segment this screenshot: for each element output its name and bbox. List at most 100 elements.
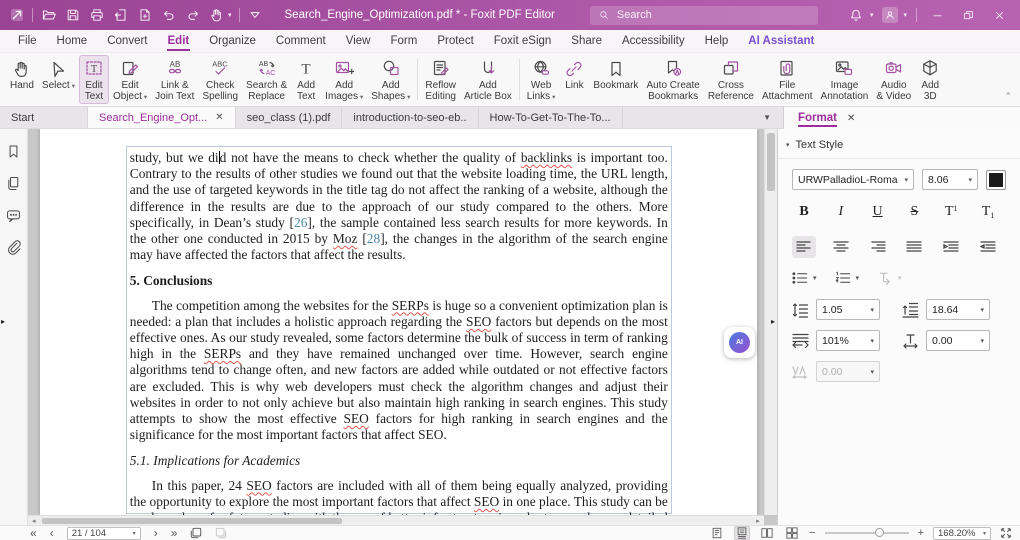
chevron-down-icon[interactable]: ▾ (228, 11, 232, 19)
menu-file[interactable]: File (8, 30, 47, 52)
ribbon-audio-video-button[interactable]: Audio & Video (872, 55, 915, 104)
zoom-slider[interactable] (824, 528, 909, 537)
line-spacing-select[interactable]: 1.05 ▾ (816, 299, 880, 320)
pdf-page[interactable]: study, but we did not have the means to … (39, 129, 757, 515)
fullscreen-icon[interactable] (1000, 527, 1012, 539)
ribbon-add-images-button[interactable]: Add Images ▾ (321, 55, 367, 104)
pages-nav-icon[interactable] (5, 175, 22, 192)
horizontal-scale-select[interactable]: 101% ▾ (816, 330, 880, 351)
print-icon[interactable] (88, 7, 105, 24)
doc-tab-start[interactable]: Start (0, 107, 88, 128)
ribbon-search-replace-button[interactable]: AB AC Search & Replace (242, 55, 291, 104)
tab-format[interactable]: Format (798, 109, 837, 127)
italic-button[interactable]: I (829, 201, 853, 223)
facing-continuous-view-button[interactable] (784, 526, 800, 540)
font-size-select[interactable]: 8.06 ▾ (922, 169, 978, 190)
tab-list-dropdown-icon[interactable]: ▼ (763, 107, 771, 128)
prev-page-button[interactable]: ‹ (50, 526, 54, 540)
ribbon-file-attachment-button[interactable]: File Attachment (758, 55, 817, 104)
zoom-in-button[interactable]: + (918, 527, 924, 539)
strikethrough-button[interactable]: S (902, 201, 926, 223)
character-spacing-select[interactable]: 0.00 ▾ (926, 330, 990, 351)
align-right-button[interactable] (866, 236, 890, 258)
menu-share[interactable]: Share (561, 30, 612, 52)
zoom-slider-handle[interactable] (874, 528, 884, 537)
save-icon[interactable] (64, 7, 81, 24)
add-file-icon[interactable] (136, 7, 153, 24)
ai-assistant-floating-button[interactable]: AI (724, 327, 755, 358)
format-panel-close-icon[interactable]: ✕ (847, 113, 855, 124)
panel-expand-icon[interactable]: ▸ (771, 317, 775, 326)
indent-decrease-button[interactable] (976, 236, 1000, 258)
menu-home[interactable]: Home (47, 30, 98, 52)
menu-organize[interactable]: Organize (199, 30, 266, 52)
ribbon-auto-create-bookmarks-button[interactable]: Auto Create Bookmarks (642, 55, 703, 104)
ribbon-hand-button[interactable]: Hand (6, 55, 38, 104)
minimize-button[interactable] (926, 5, 948, 25)
indent-increase-button[interactable] (939, 236, 963, 258)
zoom-out-button[interactable]: − (809, 527, 815, 539)
align-center-button[interactable] (829, 236, 853, 258)
ribbon-select-button[interactable]: Select ▾ (38, 55, 79, 104)
ribbon-add-3d-button[interactable]: Add 3D (915, 55, 945, 104)
zoom-level-select[interactable]: 168.20% ▾ (933, 526, 991, 540)
doc-tab-how-to-get-to-the-to-[interactable]: How-To-Get-To-The-To... (479, 107, 623, 128)
continuous-view-button[interactable] (734, 526, 751, 540)
citation-link[interactable]: 26 (294, 215, 307, 230)
subscript-button[interactable]: T1 (976, 201, 1000, 223)
numbered-list-button[interactable]: ▾ (835, 271, 859, 285)
ribbon-add-text-button[interactable]: T Add Text (291, 55, 321, 104)
section-collapse-icon[interactable]: ▾ (786, 141, 790, 149)
hand-tool-icon[interactable] (208, 7, 225, 24)
ribbon-collapse-icon[interactable]: ⌃ (1004, 91, 1012, 102)
doc-tab-introduction-to-seo-eb-[interactable]: introduction-to-seo-eb.. (342, 107, 479, 128)
attachments-nav-icon[interactable] (5, 239, 22, 256)
menu-ai-assistant[interactable]: AI Assistant (738, 30, 824, 52)
menu-help[interactable]: Help (695, 30, 739, 52)
bold-button[interactable]: B (792, 201, 816, 223)
comments-nav-icon[interactable] (5, 207, 22, 224)
next-page-button[interactable]: › (154, 526, 158, 540)
first-page-button[interactable]: « (30, 526, 37, 540)
doc-tab-seo-class-1-pdf[interactable]: seo_class (1).pdf (236, 107, 343, 128)
menu-view[interactable]: View (336, 30, 381, 52)
ribbon-image-annotation-button[interactable]: Image Annotation (817, 55, 873, 104)
menu-comment[interactable]: Comment (266, 30, 336, 52)
doc-tab-search-engine-opt-[interactable]: Search_Engine_Opt... ✕ (88, 107, 236, 128)
sidebar-expand-icon[interactable]: ▸ (1, 317, 5, 326)
ribbon-edit-text-button[interactable]: T Edit Text (78, 55, 109, 104)
menu-accessibility[interactable]: Accessibility (612, 30, 695, 52)
bell-icon[interactable] (848, 7, 865, 24)
single-page-view-button[interactable] (709, 526, 725, 540)
menu-protect[interactable]: Protect (427, 30, 483, 52)
ribbon-link-button[interactable]: Link (559, 55, 589, 104)
align-justify-button[interactable] (902, 236, 926, 258)
ribbon-check-spelling-button[interactable]: ABC Check Spelling (198, 55, 242, 104)
export-icon[interactable] (112, 7, 129, 24)
menu-foxit-esign[interactable]: Foxit eSign (484, 30, 562, 52)
ribbon-reflow-editing-button[interactable]: Reflow Editing (421, 55, 460, 104)
ribbon-cross-reference-button[interactable]: Cross Reference (704, 55, 758, 104)
redo-icon[interactable] (184, 7, 201, 24)
horizontal-scrollbar-thumb[interactable] (41, 518, 342, 524)
ribbon-add-shapes-button[interactable]: Add Shapes ▾ (367, 55, 414, 104)
menu-edit[interactable]: Edit (158, 30, 200, 52)
facing-view-button[interactable] (759, 526, 775, 540)
citation-link[interactable]: 28 (367, 231, 380, 246)
scroll-right-icon[interactable]: ▸ (752, 516, 764, 525)
ribbon-web-links-button[interactable]: Web Links ▾ (523, 55, 560, 104)
quick-access-chevron-icon[interactable] (247, 7, 264, 24)
scroll-left-icon[interactable]: ◂ (28, 516, 40, 525)
last-page-button[interactable]: » (171, 526, 178, 540)
ribbon-add-article-box-button[interactable]: Add Article Box (460, 55, 516, 104)
search-input[interactable]: Search (589, 5, 818, 25)
paragraph-spacing-select[interactable]: 18.64 ▾ (926, 299, 990, 320)
bell-chevron-icon[interactable]: ▾ (870, 11, 874, 19)
page-number-input[interactable]: 21 / 104 ▾ (66, 526, 141, 540)
ribbon-bookmark-button[interactable]: Bookmark (589, 55, 642, 104)
font-family-select[interactable]: URWPalladioL-Roma ▾ (792, 169, 914, 190)
avatar-chevron-icon[interactable]: ▾ (903, 11, 907, 19)
restore-button[interactable] (957, 5, 979, 25)
align-left-button[interactable] (792, 236, 816, 258)
font-color-swatch[interactable] (986, 169, 1006, 190)
